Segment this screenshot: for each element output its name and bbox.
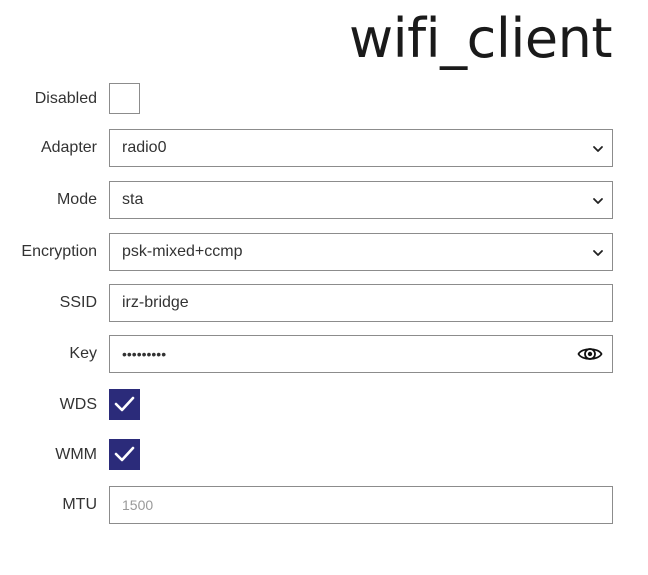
eye-icon[interactable] xyxy=(577,344,603,364)
mtu-label: MTU xyxy=(62,496,97,513)
ssid-value: irz-bridge xyxy=(122,294,189,311)
mode-label: Mode xyxy=(56,191,97,208)
disabled-row: Disabled xyxy=(0,80,648,118)
mtu-placeholder: 1500 xyxy=(122,497,154,513)
encryption-value: psk-mixed+ccmp xyxy=(122,243,243,260)
mtu-row: MTU 1500 xyxy=(0,486,648,524)
adapter-row: Adapter radio0 xyxy=(0,129,648,167)
ssid-input[interactable]: irz-bridge xyxy=(109,284,613,322)
adapter-select[interactable]: radio0 xyxy=(109,129,613,167)
check-icon xyxy=(114,446,135,462)
wds-label: WDS xyxy=(59,396,97,413)
wds-row: WDS xyxy=(0,386,648,424)
mtu-input[interactable]: 1500 xyxy=(109,486,613,524)
key-value: ••••••••• xyxy=(122,346,167,362)
mode-value: sta xyxy=(122,191,144,208)
chevron-down-icon xyxy=(593,198,603,204)
chevron-down-icon xyxy=(593,146,603,152)
disabled-checkbox[interactable] xyxy=(109,83,140,114)
ssid-label: SSID xyxy=(59,294,97,311)
key-input[interactable]: ••••••••• xyxy=(109,335,613,373)
check-icon xyxy=(114,396,135,412)
wmm-label: WMM xyxy=(55,446,97,463)
wds-checkbox[interactable] xyxy=(109,389,140,420)
chevron-down-icon xyxy=(593,250,603,256)
adapter-value: radio0 xyxy=(122,139,167,156)
key-label: Key xyxy=(69,345,97,362)
wmm-row: WMM xyxy=(0,436,648,474)
disabled-label: Disabled xyxy=(34,90,97,107)
key-row: Key ••••••••• xyxy=(0,335,648,373)
encryption-label: Encryption xyxy=(21,243,97,260)
mode-row: Mode sta xyxy=(0,181,648,219)
page-title: wifi_client xyxy=(349,7,613,70)
mode-select[interactable]: sta xyxy=(109,181,613,219)
encryption-select[interactable]: psk-mixed+ccmp xyxy=(109,233,613,271)
adapter-label: Adapter xyxy=(40,139,97,156)
wmm-checkbox[interactable] xyxy=(109,439,140,470)
encryption-row: Encryption psk-mixed+ccmp xyxy=(0,233,648,271)
ssid-row: SSID irz-bridge xyxy=(0,284,648,322)
